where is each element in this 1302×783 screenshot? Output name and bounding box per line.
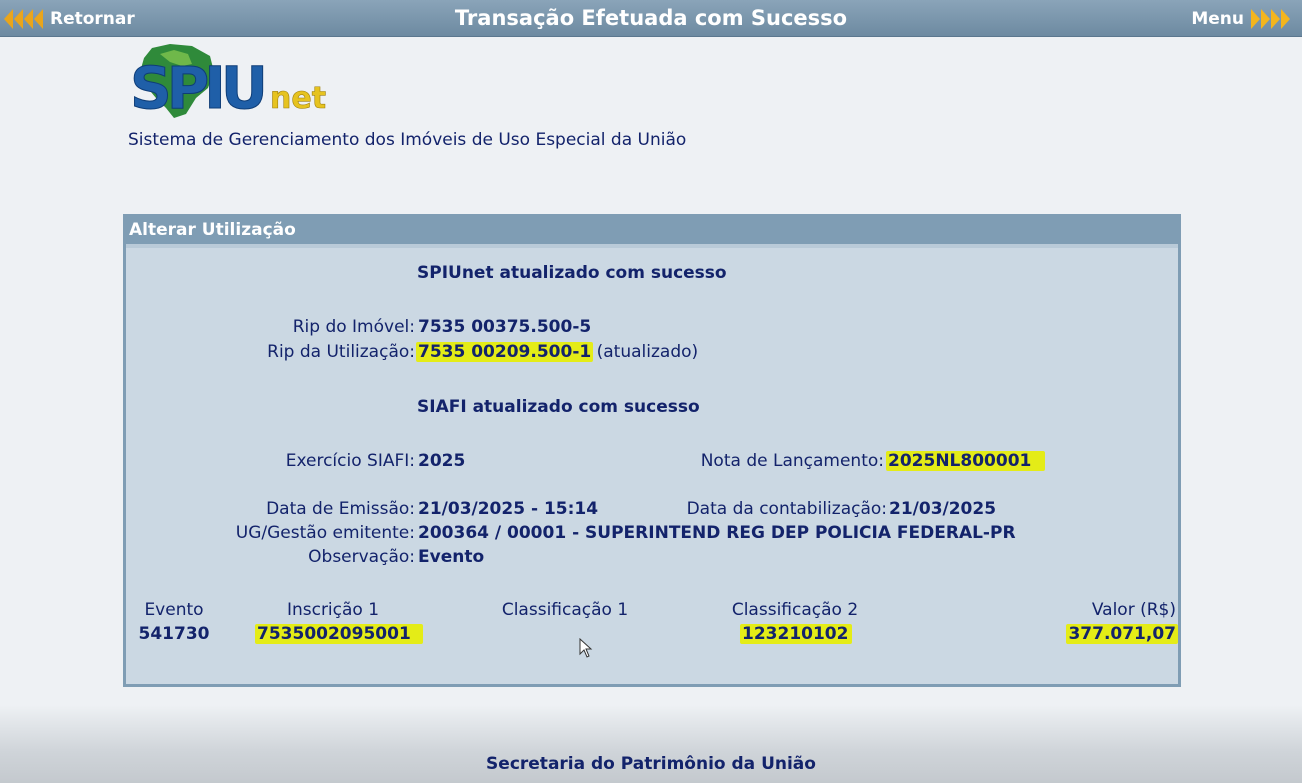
- system-subtitle: Sistema de Gerenciamento dos Imóveis de …: [128, 130, 687, 150]
- mouse-pointer-icon: [579, 638, 593, 658]
- col-header-inscricao1: Inscrição 1: [286, 600, 380, 620]
- data-contabilizacao-label: Data da contabilização:: [686, 499, 887, 519]
- nota-lancamento-value-wrap: 2025NL800001: [886, 451, 1046, 471]
- rip-utilizacao-label: Rip da Utilização:: [267, 342, 415, 362]
- cell-valor: 377.071,07: [1066, 624, 1178, 644]
- alterar-utilizacao-panel: Alterar Utilização SPIUnet atualizado co…: [123, 214, 1181, 687]
- cell-classificacao2-wrap: 123210102: [740, 624, 853, 644]
- cell-inscricao1: 7535002095001: [255, 624, 423, 644]
- rip-imovel-value: 7535 00375.500-5: [418, 317, 592, 337]
- svg-text:net: net: [270, 81, 326, 116]
- menu-button[interactable]: Menu: [1191, 7, 1290, 31]
- cell-valor-wrap: 377.071,07: [1066, 624, 1178, 644]
- panel-title: Alterar Utilização: [126, 217, 1178, 244]
- ug-gestao-value: 200364 / 00001 - SUPERINTEND REG DEP POL…: [418, 523, 1016, 543]
- col-header-valor: Valor (R$): [1091, 600, 1176, 620]
- cell-evento: 541730: [138, 624, 210, 644]
- svg-text:SPIU: SPIU: [130, 54, 263, 122]
- data-contabilizacao-value: 21/03/2025: [889, 499, 997, 519]
- spiunet-logo: SPIU net: [130, 44, 326, 123]
- spiunet-status: SPIUnet atualizado com sucesso: [417, 263, 727, 283]
- nota-lancamento-value: 2025NL800001: [886, 451, 1046, 471]
- nota-lancamento-label: Nota de Lançamento:: [700, 451, 884, 471]
- panel-divider: [126, 244, 1178, 248]
- col-header-classificacao1: Classificação 1: [501, 600, 629, 620]
- data-emissao-value: 21/03/2025 - 15:14: [418, 499, 599, 519]
- menu-button-label: Menu: [1191, 9, 1244, 29]
- rip-utilizacao-value: 7535 00209.500-1: [416, 342, 594, 362]
- footer-text: Secretaria do Patrimônio da União: [486, 754, 816, 774]
- footer: Secretaria do Patrimônio da União: [0, 705, 1302, 783]
- menu-arrows-icon: [1250, 9, 1290, 29]
- data-emissao-label: Data de Emissão:: [266, 499, 415, 519]
- rip-utilizacao-row: 7535 00209.500-1 (atualizado): [416, 342, 699, 362]
- exercicio-label: Exercício SIAFI:: [285, 451, 415, 471]
- observacao-label: Observação:: [308, 547, 415, 567]
- siafi-status: SIAFI atualizado com sucesso: [417, 397, 700, 417]
- observacao-value: Evento: [418, 547, 485, 567]
- page-title: Transação Efetuada com Sucesso: [454, 6, 848, 30]
- col-header-classificacao2: Classificação 2: [731, 600, 859, 620]
- exercicio-value: 2025: [418, 451, 466, 471]
- rip-utilizacao-note: (atualizado): [596, 342, 699, 362]
- rip-imovel-label: Rip do Imóvel:: [292, 317, 415, 337]
- col-header-evento: Evento: [144, 600, 204, 620]
- cell-classificacao2: 123210102: [740, 624, 853, 644]
- ug-gestao-label: UG/Gestão emitente:: [235, 523, 415, 543]
- cell-inscricao1-wrap: 7535002095001: [255, 624, 423, 644]
- top-bar: Retornar Transação Efetuada com Sucesso …: [0, 0, 1302, 37]
